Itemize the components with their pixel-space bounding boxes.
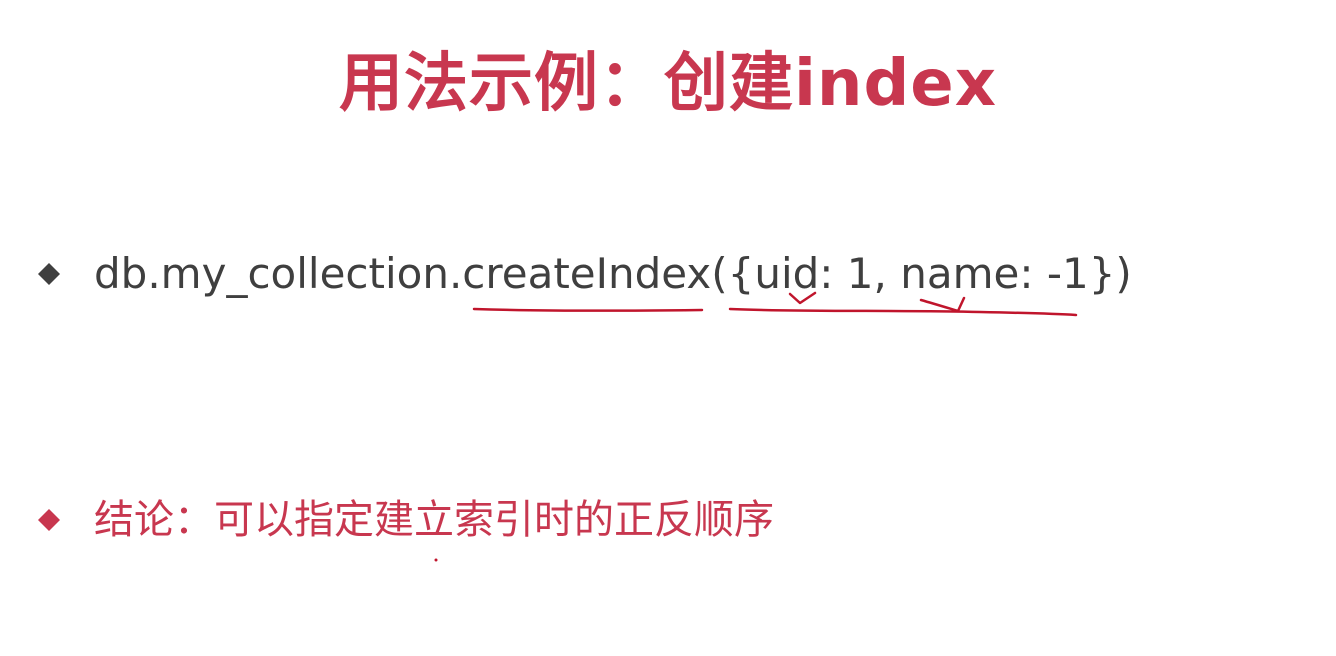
bullet-item-conclusion: 结论：可以指定建立索引时的正反顺序 [38, 492, 774, 548]
code-example-text: db.my_collection.createIndex({uid: 1, na… [94, 249, 1132, 298]
conclusion-text: 结论：可以指定建立索引时的正反顺序 [94, 497, 774, 543]
annotation-dot [434, 558, 438, 562]
slide-title: 用法示例：创建index [339, 47, 997, 121]
underline-parameters [728, 307, 1078, 317]
diamond-bullet-icon [38, 509, 60, 531]
diamond-bullet-icon [38, 263, 60, 285]
underline-createindex [472, 307, 704, 312]
bullet-item-code: db.my_collection.createIndex({uid: 1, na… [38, 246, 1132, 302]
